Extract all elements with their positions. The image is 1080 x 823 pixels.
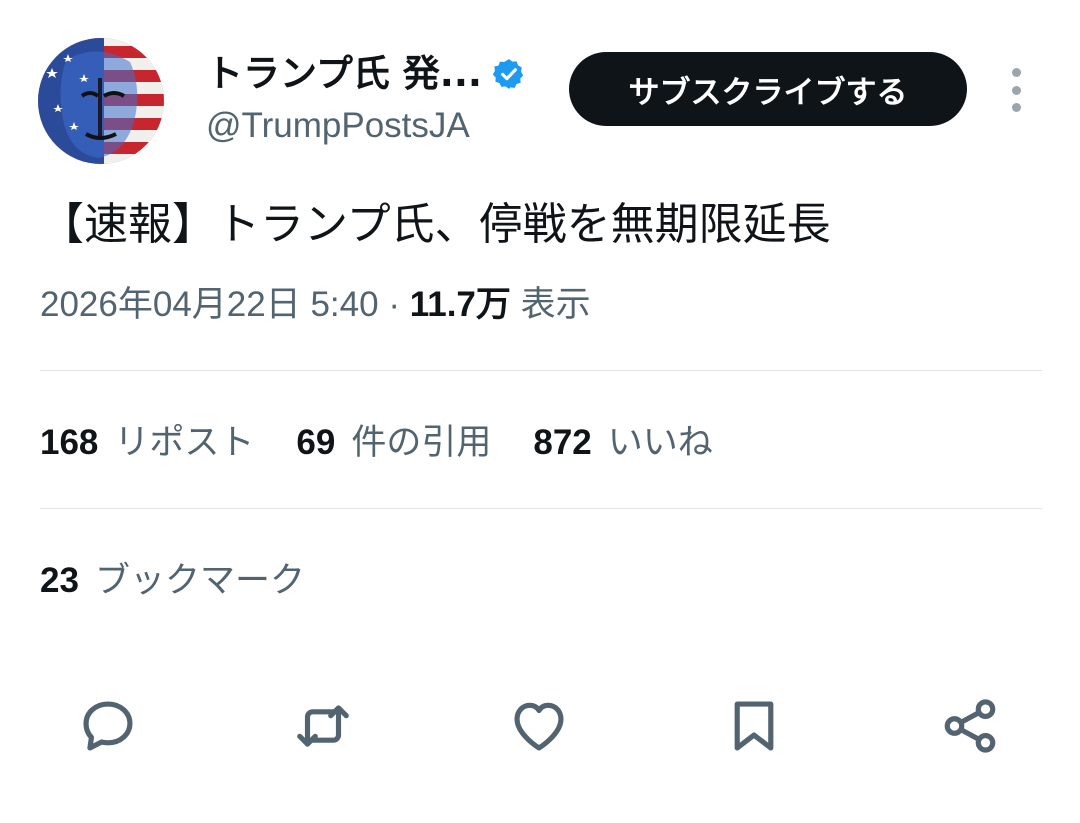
more-vertical-icon[interactable] bbox=[1004, 68, 1028, 112]
author-name-row[interactable]: トランプ氏 発... bbox=[206, 52, 526, 96]
author-name[interactable]: トランプ氏 発... bbox=[206, 52, 482, 96]
quotes-count: 69 bbox=[296, 423, 336, 462]
likes-label: いいね bbox=[607, 423, 713, 463]
heart-icon[interactable] bbox=[501, 688, 577, 764]
bookmarks-count: 23 bbox=[40, 561, 79, 600]
repost-icon[interactable] bbox=[285, 688, 361, 764]
more-dot bbox=[1011, 103, 1021, 112]
divider bbox=[40, 370, 1042, 371]
meta-separator: · bbox=[388, 285, 400, 324]
avatar[interactable] bbox=[38, 38, 164, 164]
reposts-label: リポスト bbox=[114, 423, 255, 463]
share-icon[interactable] bbox=[932, 688, 1008, 764]
reposts-stat[interactable]: 168 リポスト bbox=[40, 418, 254, 468]
quotes-stat[interactable]: 69 件の引用 bbox=[296, 418, 491, 468]
tweet-meta: 2026年04月22日 5:40 · 11.7万 表示 bbox=[40, 282, 591, 328]
likes-stat[interactable]: 872 いいね bbox=[533, 418, 712, 468]
avatar-flag-portrait-image bbox=[38, 38, 164, 164]
more-dot bbox=[1011, 68, 1021, 77]
engagement-stats: 168 リポスト 69 件の引用 872 いいね bbox=[40, 418, 755, 468]
views-count: 11.7万 bbox=[409, 285, 511, 324]
reply-icon[interactable] bbox=[70, 688, 146, 764]
subscribe-button[interactable]: サブスクライブする bbox=[569, 52, 967, 126]
author-handle[interactable]: @TrumpPostsJA bbox=[206, 104, 470, 148]
quotes-label: 件の引用 bbox=[351, 423, 492, 463]
action-bar bbox=[0, 688, 1080, 768]
views-label: 表示 bbox=[520, 285, 591, 324]
verified-badge-icon bbox=[492, 57, 526, 91]
divider bbox=[40, 508, 1042, 509]
tweet-timestamp[interactable]: 2026年04月22日 5:40 bbox=[40, 285, 379, 324]
bookmarks-label: ブックマーク bbox=[94, 561, 305, 601]
bookmarks-stat-group: 23 ブックマーク bbox=[40, 556, 305, 606]
bookmark-icon[interactable] bbox=[716, 688, 792, 764]
more-dot bbox=[1011, 85, 1021, 95]
likes-count: 872 bbox=[533, 423, 592, 462]
reposts-count: 168 bbox=[40, 423, 99, 462]
tweet-text: 【速報】トランプ氏、停戦を無期限延長 bbox=[40, 199, 831, 250]
bookmarks-stat[interactable]: 23 ブックマーク bbox=[40, 556, 347, 606]
